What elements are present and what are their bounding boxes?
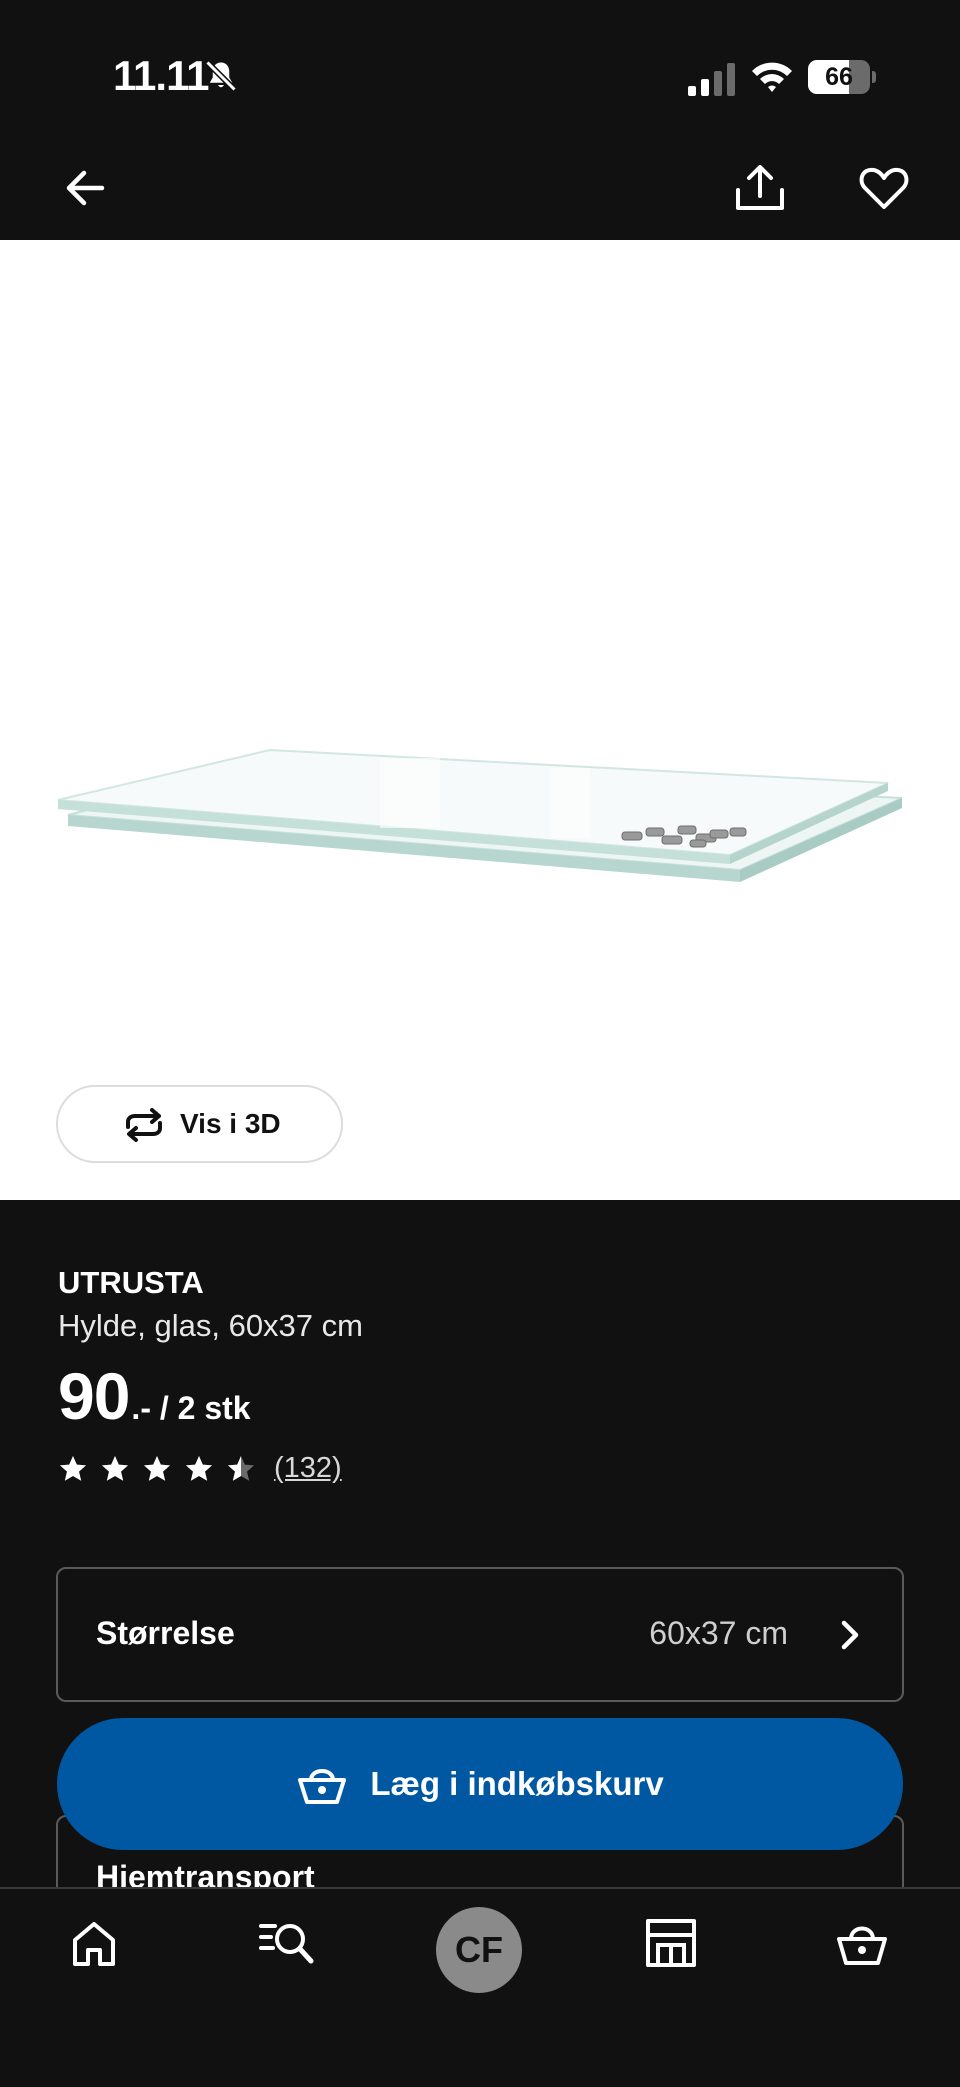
star-icon (102, 1455, 128, 1481)
bell-slash-icon (205, 60, 237, 92)
glass-shelf-image (57, 748, 903, 882)
bottom-tab-bar: CF (0, 1887, 960, 2087)
star-icon (144, 1455, 170, 1481)
product-description: Hylde, glas, 60x37 cm (58, 1308, 363, 1343)
basket-icon (298, 1769, 347, 1804)
battery-icon: 66 (808, 60, 876, 94)
chevron-right-icon (841, 1620, 859, 1650)
home-icon[interactable] (70, 1919, 118, 1969)
price-suffix: .- / 2 stk (131, 1390, 251, 1426)
arrow-left-icon[interactable] (58, 160, 114, 216)
store-icon[interactable] (644, 1917, 698, 1969)
heart-icon[interactable] (856, 160, 912, 216)
view-3d-label: Vis i 3D (180, 1108, 281, 1139)
star-icon (186, 1455, 212, 1481)
price: 90 .- / 2 stk (58, 1358, 251, 1434)
product-name: UTRUSTA (58, 1265, 204, 1300)
search-icon[interactable] (258, 1917, 316, 1967)
size-selector[interactable]: Størrelse 60x37 cm (56, 1567, 904, 1702)
star-icon (60, 1455, 86, 1481)
wifi-icon (752, 62, 792, 92)
rating-stars (58, 1454, 268, 1484)
rating[interactable]: (132) (58, 1452, 342, 1485)
view-3d-button[interactable]: Vis i 3D (56, 1085, 343, 1163)
share-icon[interactable] (732, 160, 788, 216)
add-to-cart-button[interactable]: Læg i indkøbskurv (57, 1718, 903, 1850)
cart-icon[interactable] (836, 1919, 888, 1967)
status-time: 11.11 (113, 52, 209, 99)
product-image-area[interactable]: Vis i 3D (0, 240, 960, 1200)
price-main: 90 (58, 1359, 130, 1433)
star-icon (228, 1455, 254, 1481)
signal-icon (688, 63, 735, 96)
size-value: 60x37 cm (649, 1615, 788, 1651)
status-bar: 11.11 66 (0, 0, 960, 150)
battery-level: 66 (825, 63, 853, 91)
rotate-3d-icon (126, 1108, 162, 1142)
review-count-link[interactable]: (132) (274, 1452, 342, 1485)
profile-avatar[interactable]: CF (436, 1907, 522, 1993)
size-label: Størrelse (96, 1615, 235, 1651)
add-to-cart-label: Læg i indkøbskurv (370, 1765, 664, 1802)
